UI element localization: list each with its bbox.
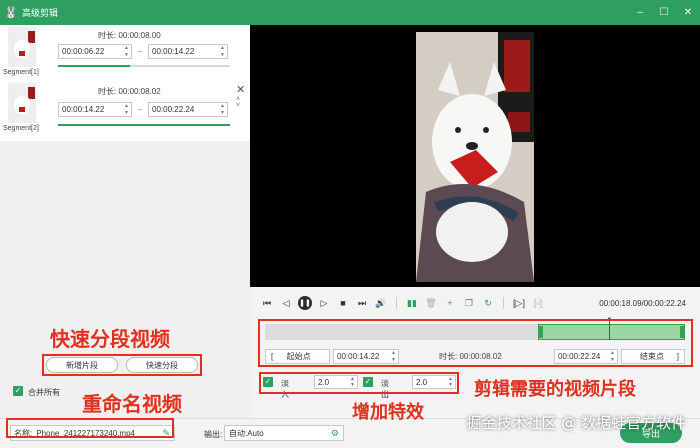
segment-thumbnail[interactable] [8, 27, 36, 67]
close-icon[interactable]: ✕ [676, 7, 700, 18]
reorder-icon[interactable]: ˄ ˅ [236, 96, 240, 109]
reset-icon[interactable]: ↻ [481, 296, 495, 310]
volume-icon[interactable]: 🔊 [374, 296, 388, 310]
video-preview [250, 25, 700, 287]
pause-icon[interactable]: ❚❚ [298, 296, 312, 310]
gear-icon[interactable]: ⚙ [331, 428, 339, 439]
segment-end-field[interactable]: 00:00:14.22 ▲ ▼ [148, 44, 228, 59]
snapshot-icon[interactable]: [▫] [531, 296, 545, 310]
minimize-icon[interactable]: – [628, 7, 652, 18]
watermark: 掘金技术社区 @ 数据蛙官方软件 [466, 414, 686, 432]
stepper-icon[interactable]: ▲ ▼ [124, 103, 129, 116]
annotation-clip: 剪辑需要的视频片段 [474, 379, 636, 400]
toolbar-divider [503, 297, 504, 309]
segment-progress [58, 124, 230, 126]
segment-duration: 时长: 00:00:08.02 [98, 87, 161, 96]
merge-all-label: 合并所有 [28, 388, 60, 397]
segment-progress [58, 65, 230, 67]
title-bar: 🐰 高级剪辑 – ☐ ✕ [0, 0, 700, 25]
annotation-box-quick-split [42, 354, 202, 376]
stepper-icon[interactable]: ▲ ▼ [124, 45, 129, 58]
range-separator: – [138, 47, 143, 56]
segment-progress-fill [58, 65, 131, 67]
segment-label: Segment[2] [3, 125, 39, 132]
annotation-box-clip [258, 319, 693, 367]
window-controls: – ☐ ✕ [628, 7, 700, 18]
range-separator: – [138, 105, 143, 114]
app-logo-icon: 🐰 [4, 7, 18, 19]
add-icon[interactable]: + [443, 296, 457, 310]
annotation-box-rename [6, 418, 174, 438]
segment-end-value: 00:00:22.24 [152, 105, 195, 114]
segment-start-field[interactable]: 00:00:06.22 ▲ ▼ [58, 44, 132, 59]
segment-start-value: 00:00:14.22 [62, 105, 105, 114]
step-forward-icon[interactable]: ▷ [317, 296, 331, 310]
set-mark-icon[interactable]: [▷] [512, 296, 526, 310]
left-panel-empty [0, 141, 250, 418]
segment-start-field[interactable]: 00:00:14.22 ▲ ▼ [58, 102, 132, 117]
merge-all-checkbox[interactable]: ✓ [13, 386, 23, 396]
stepper-icon[interactable]: ▲ ▼ [220, 103, 225, 116]
toolbar-divider [396, 297, 397, 309]
window-title: 高级剪辑 [22, 8, 59, 18]
skip-to-start-icon[interactable]: ⏮ [260, 296, 274, 310]
step-back-icon[interactable]: ◁ [279, 296, 293, 310]
split-icon[interactable]: ▮▮ [405, 296, 419, 310]
segment-item-1[interactable]: Segment[1] 时长: 00:00:08.00 00:00:06.22 ▲… [0, 25, 250, 81]
annotation-box-effects [259, 372, 459, 394]
segment-end-field[interactable]: 00:00:22.24 ▲ ▼ [148, 102, 228, 117]
playback-toolbar: ⏮ ◁ ❚❚ ▷ ■ ⏭ 🔊 ▮▮ 🗑 + ❐ ↻ [▷] [▫] [260, 295, 545, 311]
delete-icon[interactable]: 🗑 [424, 296, 438, 310]
maximize-icon[interactable]: ☐ [652, 7, 676, 18]
segment-start-value: 00:00:06.22 [62, 47, 105, 56]
segment-list: Segment[1] 时长: 00:00:08.00 00:00:06.22 ▲… [0, 25, 250, 141]
segment-end-value: 00:00:14.22 [152, 47, 195, 56]
stepper-icon[interactable]: ▲ ▼ [220, 45, 225, 58]
annotation-quick-split: 快速分段视频 [50, 327, 170, 351]
stop-icon[interactable]: ■ [336, 296, 350, 310]
segment-label: Segment[1] [3, 69, 39, 76]
output-value: 自动:Auto [229, 428, 264, 438]
playback-timecode: 00:00:18.09/00:00:22.24 [599, 299, 686, 308]
skip-to-end-icon[interactable]: ⏭ [355, 296, 369, 310]
video-frame [416, 32, 534, 282]
output-select[interactable]: 自动:Auto ⚙ [224, 425, 344, 441]
remove-segment-icon[interactable]: ✕ [236, 83, 245, 96]
copy-icon[interactable]: ❐ [462, 296, 476, 310]
annotation-rename: 重命名视频 [82, 392, 182, 416]
segment-thumbnail[interactable] [8, 83, 36, 123]
segment-item-2[interactable]: Segment[2] 时长: 00:00:08.02 00:00:14.22 ▲… [0, 81, 250, 137]
annotation-effects: 增加特效 [352, 402, 424, 423]
output-label: 输出: [204, 430, 223, 439]
segment-progress-fill [58, 124, 230, 126]
segment-duration: 时长: 00:00:08.00 [98, 31, 161, 40]
